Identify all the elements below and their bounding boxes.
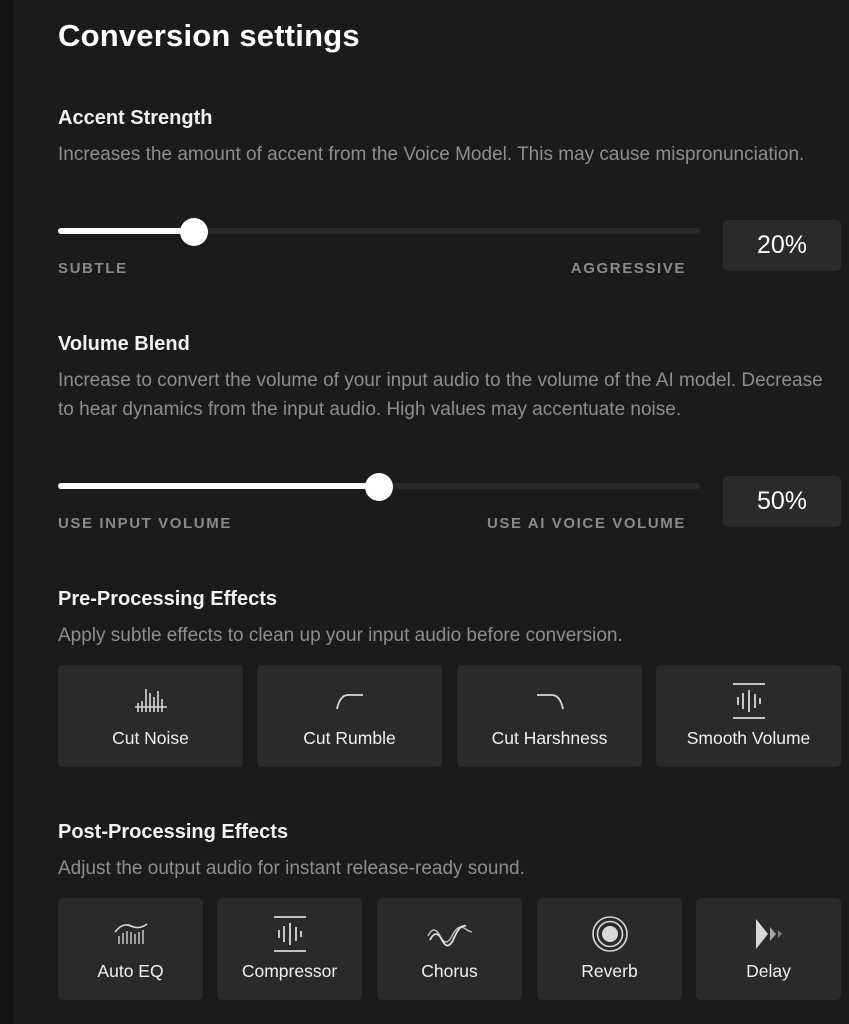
cut-noise-button[interactable]: Cut Noise: [58, 665, 243, 767]
conversion-settings-panel: Conversion settings Accent Strength Incr…: [0, 0, 849, 1024]
pre-processing-description: Apply subtle effects to clean up your in…: [58, 625, 623, 646]
accent-min-label: SUBTLE: [58, 260, 128, 277]
volume-blend-slider[interactable]: [58, 473, 700, 501]
slider-fill: [58, 228, 195, 234]
compressor-bars-icon: [273, 916, 306, 952]
effect-label: Cut Noise: [112, 728, 189, 748]
delay-button[interactable]: Delay: [696, 898, 841, 1000]
effect-label: Chorus: [421, 961, 478, 981]
compressor-button[interactable]: Compressor: [217, 898, 362, 1000]
accent-strength-value[interactable]: 20%: [723, 220, 841, 271]
volume-max-label: USE AI VOICE VOLUME: [486, 515, 686, 532]
high-pass-curve-icon: [335, 694, 363, 710]
effect-label: Reverb: [581, 961, 638, 981]
volume-blend-value[interactable]: 50%: [723, 476, 841, 527]
page-title: Conversion settings: [58, 18, 360, 53]
post-processing-heading: Post-Processing Effects: [58, 821, 289, 843]
cut-harshness-button[interactable]: Cut Harshness: [457, 665, 642, 767]
accent-strength-description: Increases the amount of accent from the …: [58, 144, 805, 165]
volume-min-label: USE INPUT VOLUME: [58, 515, 232, 532]
noise-gate-icon: [134, 689, 167, 712]
compressor-bars-icon: [732, 683, 765, 719]
accent-strength-heading: Accent Strength: [58, 107, 213, 129]
auto-eq-button[interactable]: Auto EQ: [58, 898, 203, 1000]
low-pass-curve-icon: [536, 694, 564, 710]
cut-rumble-button[interactable]: Cut Rumble: [257, 665, 442, 767]
volume-blend-description: Increase to convert the volume of your i…: [58, 370, 823, 420]
slider-thumb[interactable]: [180, 218, 209, 246]
accent-max-label: AGGRESSIVE: [570, 260, 686, 277]
effect-label: Smooth Volume: [686, 728, 811, 748]
effect-label: Compressor: [241, 961, 338, 981]
effect-label: Cut Rumble: [303, 728, 396, 748]
effect-label: Delay: [746, 961, 791, 981]
post-processing-description: Adjust the output audio for instant rele…: [58, 858, 525, 879]
slider-thumb[interactable]: [365, 473, 393, 501]
accent-strength-slider[interactable]: [58, 218, 700, 246]
echo-triangles-icon: [755, 919, 782, 949]
effect-label: Auto EQ: [97, 961, 164, 981]
smooth-volume-button[interactable]: Smooth Volume: [656, 665, 841, 767]
effect-label: Cut Harshness: [491, 728, 608, 748]
wave-icon: [426, 924, 472, 947]
reverb-button[interactable]: Reverb: [537, 898, 682, 1000]
eq-bars-icon: [113, 923, 147, 944]
pre-processing-heading: Pre-Processing Effects: [58, 588, 277, 610]
concentric-circles-icon: [591, 916, 628, 952]
volume-blend-heading: Volume Blend: [58, 333, 190, 355]
slider-fill: [58, 483, 379, 489]
chorus-button[interactable]: Chorus: [377, 898, 522, 1000]
